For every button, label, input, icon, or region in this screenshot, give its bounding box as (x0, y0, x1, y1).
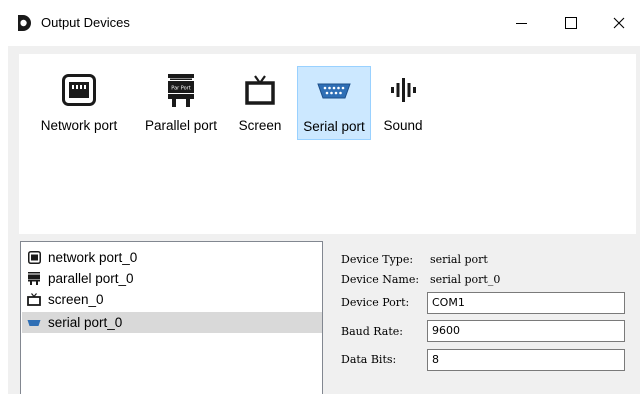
device-toolbar: Network port Par Port Parallel port Scre… (19, 54, 636, 234)
toolbar-item-label: Network port (40, 118, 118, 133)
maximize-icon (565, 17, 577, 29)
toolbar-item-network-port[interactable]: Network port (31, 66, 127, 140)
parallel-port-icon (27, 272, 41, 286)
network-port-icon (62, 74, 96, 109)
serial-port-icon (315, 75, 353, 110)
minimize-button[interactable] (498, 0, 544, 46)
list-item-label: serial port_0 (48, 315, 123, 330)
minimize-icon (515, 22, 527, 24)
toolbar-item-label: Sound (383, 118, 423, 133)
toolbar-item-parallel-port[interactable]: Par Port Parallel port (131, 66, 231, 140)
list-item-parallel-port[interactable]: parallel port_0 (22, 268, 322, 289)
sound-icon (389, 74, 417, 109)
list-item-label: parallel port_0 (48, 271, 134, 286)
baud-rate-field[interactable]: 9600 (427, 320, 625, 342)
toolbar-item-screen[interactable]: Screen (234, 66, 286, 140)
device-type-value: serial port (430, 253, 488, 266)
data-bits-label: Data Bits: (341, 353, 397, 366)
maximize-button[interactable] (548, 0, 594, 46)
list-item-network-port[interactable]: network port_0 (22, 247, 322, 268)
device-name-label: Device Name: (341, 273, 420, 286)
device-port-label: Device Port: (341, 296, 410, 309)
list-item-label: screen_0 (48, 292, 104, 307)
device-list[interactable]: network port_0 parallel port_0 screen_0 (20, 241, 323, 394)
svg-text:Par Port: Par Port (171, 86, 190, 92)
list-item-screen[interactable]: screen_0 (22, 289, 322, 310)
data-bits-field[interactable]: 8 (427, 349, 625, 371)
screen-icon (245, 74, 275, 109)
list-item-label: network port_0 (48, 250, 138, 265)
app-logo-icon (16, 14, 34, 32)
device-port-field[interactable]: COM1 (427, 292, 625, 314)
network-port-icon (27, 251, 41, 265)
baud-rate-label: Baud Rate: (341, 325, 403, 338)
toolbar-item-label: Serial port (303, 119, 365, 134)
window-title: Output Devices (41, 15, 130, 30)
toolbar-item-sound[interactable]: Sound (377, 66, 429, 140)
serial-port-icon (27, 316, 41, 330)
close-icon (613, 17, 625, 29)
toolbar-item-label: Parallel port (144, 118, 218, 133)
close-button[interactable] (596, 0, 640, 46)
parallel-port-icon: Par Port (166, 74, 196, 111)
title-bar[interactable]: Output Devices (0, 0, 640, 46)
device-name-value: serial port_0 (430, 273, 501, 286)
toolbar-item-label: Screen (238, 118, 282, 133)
device-type-label: Device Type: (341, 253, 414, 266)
screen-icon (27, 293, 41, 307)
list-item-serial-port[interactable]: serial port_0 (22, 312, 322, 333)
toolbar-item-serial-port[interactable]: Serial port (297, 66, 371, 140)
